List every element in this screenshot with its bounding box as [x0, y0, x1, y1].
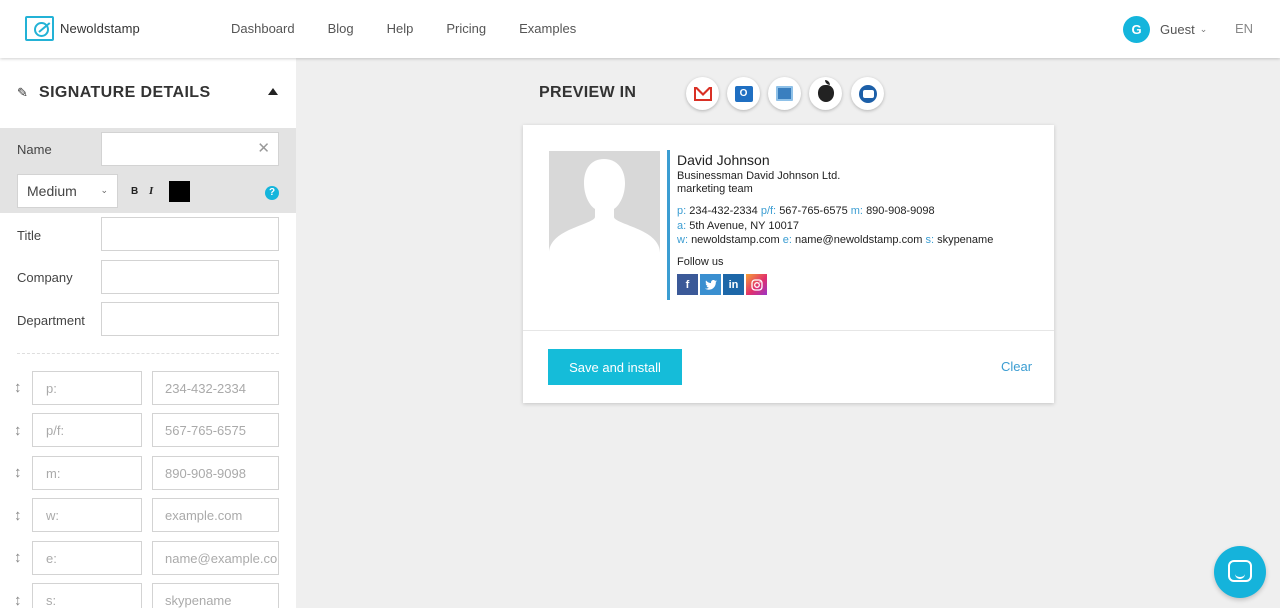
company-input[interactable] [101, 260, 279, 294]
signature-department: marketing team [677, 183, 753, 195]
gmail-client-button[interactable] [686, 77, 719, 110]
brand-name: Newoldstamp [60, 21, 140, 36]
chat-icon [1228, 560, 1252, 582]
outlook-client-button[interactable]: O [727, 77, 760, 110]
profile-photo-placeholder[interactable] [549, 151, 660, 253]
email-key-field[interactable]: e: [32, 541, 142, 575]
mobile-key-field[interactable]: m: [32, 456, 142, 490]
avatar: G [1123, 16, 1150, 43]
drag-handle-icon[interactable]: ↕ [14, 422, 22, 439]
font-weight-select[interactable]: Medium ⌄ [17, 174, 118, 208]
nav-pricing[interactable]: Pricing [446, 21, 486, 36]
apple-mail-client-button[interactable] [768, 77, 801, 110]
name-input[interactable]: ✕ [101, 132, 279, 166]
divider [17, 353, 279, 354]
nav-examples[interactable]: Examples [519, 21, 576, 36]
signature-web: w: newoldstamp.com e: name@newoldstamp.c… [677, 234, 994, 246]
signature-accent-bar [667, 150, 670, 300]
name-section: Name ✕ Medium ⌄ B I ? [0, 128, 296, 213]
social-links: f in [677, 274, 993, 295]
fax-key-field[interactable]: p/f: [32, 413, 142, 447]
collapse-arrow-icon[interactable] [268, 88, 278, 95]
signature-phones: p: 234-432-2334 p/f: 567-765-6575 m: 890… [677, 205, 935, 217]
skype-value-field[interactable]: skypename [152, 583, 279, 608]
thunderbird-icon [858, 84, 877, 103]
outlook-icon: O [734, 85, 753, 102]
bold-button[interactable]: B [131, 186, 138, 197]
chevron-down-icon: ⌄ [1199, 24, 1208, 34]
drag-handle-icon[interactable]: ↕ [14, 507, 22, 524]
language-switch[interactable]: EN [1235, 21, 1253, 36]
nav-help[interactable]: Help [387, 21, 414, 36]
follow-label: Follow us [677, 255, 724, 268]
details-fields: Title Company Department ↕ p: 234-432-23… [0, 213, 296, 608]
close-icon[interactable]: ✕ [257, 141, 270, 156]
company-label: Company [17, 270, 73, 285]
department-input[interactable] [101, 302, 279, 336]
drag-handle-icon[interactable]: ↕ [14, 549, 22, 566]
nav-blog[interactable]: Blog [328, 21, 354, 36]
gmail-icon [693, 86, 712, 101]
top-navbar: Newoldstamp Dashboard Blog Help Pricing … [0, 0, 1280, 58]
department-label: Department [17, 313, 85, 328]
linkedin-icon[interactable]: in [723, 274, 744, 295]
instagram-icon[interactable] [746, 274, 767, 295]
website-key-field[interactable]: w: [32, 498, 142, 532]
fax-value-field[interactable]: 567-765-6575 [152, 413, 279, 447]
phone-value-field[interactable]: 234-432-2334 [152, 371, 279, 405]
font-weight-value: Medium [27, 183, 77, 199]
italic-button[interactable]: I [149, 185, 153, 197]
person-silhouette-icon [549, 159, 660, 253]
signature-content: David Johnson Businessman David Johnson … [677, 152, 993, 295]
email-value-field[interactable]: name@example.co [152, 541, 279, 575]
signature-details-panel: ✎ SIGNATURE DETAILS Name ✕ Medium ⌄ B I … [0, 58, 296, 608]
user-menu[interactable]: G Guest ⌄ [1123, 16, 1207, 43]
twitter-icon[interactable] [700, 274, 721, 295]
phone-key-field[interactable]: p: [32, 371, 142, 405]
drag-handle-icon[interactable]: ↕ [14, 464, 22, 481]
card-divider [523, 330, 1054, 331]
signature-name: David Johnson [677, 152, 770, 168]
text-color-swatch[interactable] [169, 181, 190, 202]
signature-preview-card: David Johnson Businessman David Johnson … [523, 125, 1054, 403]
drag-handle-icon[interactable]: ↕ [14, 379, 22, 396]
signature-address: a: 5th Avenue, NY 10017 [677, 219, 799, 232]
save-and-install-button[interactable]: Save and install [548, 349, 682, 385]
name-label: Name [17, 142, 52, 157]
chevron-down-icon: ⌄ [100, 185, 108, 195]
drag-handle-icon[interactable]: ↕ [14, 592, 22, 608]
apple-icon [817, 80, 834, 102]
title-input[interactable] [101, 217, 279, 251]
apple-client-button[interactable] [809, 77, 842, 110]
website-value-field[interactable]: example.com [152, 498, 279, 532]
title-label: Title [17, 228, 42, 243]
preview-label: PREVIEW IN [539, 84, 637, 101]
clear-link[interactable]: Clear [1001, 359, 1032, 374]
help-icon[interactable]: ? [265, 186, 279, 200]
signature-title: Businessman David Johnson Ltd. [677, 170, 841, 182]
panel-title: SIGNATURE DETAILS [39, 84, 211, 101]
chat-button[interactable] [1214, 546, 1266, 598]
brand-logo[interactable]: Newoldstamp [25, 16, 140, 41]
nav-dashboard[interactable]: Dashboard [231, 21, 295, 36]
thunderbird-client-button[interactable] [851, 77, 884, 110]
mobile-value-field[interactable]: 890-908-9098 [152, 456, 279, 490]
facebook-icon[interactable]: f [677, 274, 698, 295]
apple-mail-icon [776, 86, 793, 101]
user-name: Guest [1160, 22, 1195, 37]
panel-header[interactable]: ✎ SIGNATURE DETAILS [0, 58, 296, 128]
logo-icon [25, 16, 54, 41]
pen-icon: ✎ [17, 85, 28, 100]
main-nav: Dashboard Blog Help Pricing Examples [231, 21, 609, 36]
skype-key-field[interactable]: s: [32, 583, 142, 608]
